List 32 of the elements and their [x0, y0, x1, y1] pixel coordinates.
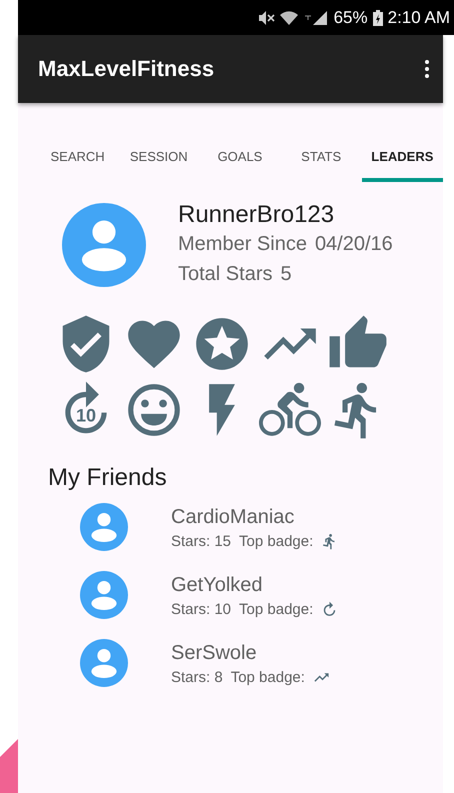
battery-level: 65%	[334, 8, 368, 28]
mute-icon	[256, 10, 275, 26]
user-name: RunnerBro123	[178, 201, 336, 229]
clock-time: 2:10 AM	[388, 8, 450, 28]
tab[interactable]: SESSION	[118, 130, 200, 182]
avatar-icon	[80, 639, 128, 687]
tab[interactable]: LEADERS	[362, 130, 443, 182]
top-badge-label: Top badge:	[239, 600, 314, 618]
tab[interactable]: STATS	[280, 130, 362, 182]
signal-icon	[302, 10, 329, 26]
total-stars-value: 5	[280, 262, 292, 287]
top-badge-label: Top badge:	[230, 668, 305, 686]
friend-stars: Stars: 15	[171, 532, 232, 550]
top-badge-label: Top badge:	[239, 532, 314, 550]
avatar-icon	[80, 571, 128, 619]
member-since-date: 04/20/16	[314, 232, 393, 257]
app-title: MaxLevelFitness	[38, 56, 214, 82]
battery-icon	[372, 10, 383, 26]
friend-name: SerSwole	[171, 640, 258, 664]
total-stars-label: Total Stars	[178, 262, 272, 287]
avatar-icon	[80, 503, 128, 551]
friend-name: CardioManiac	[171, 504, 296, 528]
corner-shape	[0, 739, 18, 793]
friend-stars: Stars: 10	[171, 600, 232, 618]
wifi-icon	[280, 10, 298, 26]
tab[interactable]: SEARCH	[37, 130, 118, 182]
tab[interactable]: GOALS	[199, 130, 281, 182]
friend-name: GetYolked	[171, 572, 264, 596]
friend-stars: Stars: 8	[171, 668, 223, 686]
member-since-label: Member Since	[178, 232, 307, 257]
section-heading: My Friends	[48, 463, 168, 493]
avatar-icon	[62, 203, 146, 287]
